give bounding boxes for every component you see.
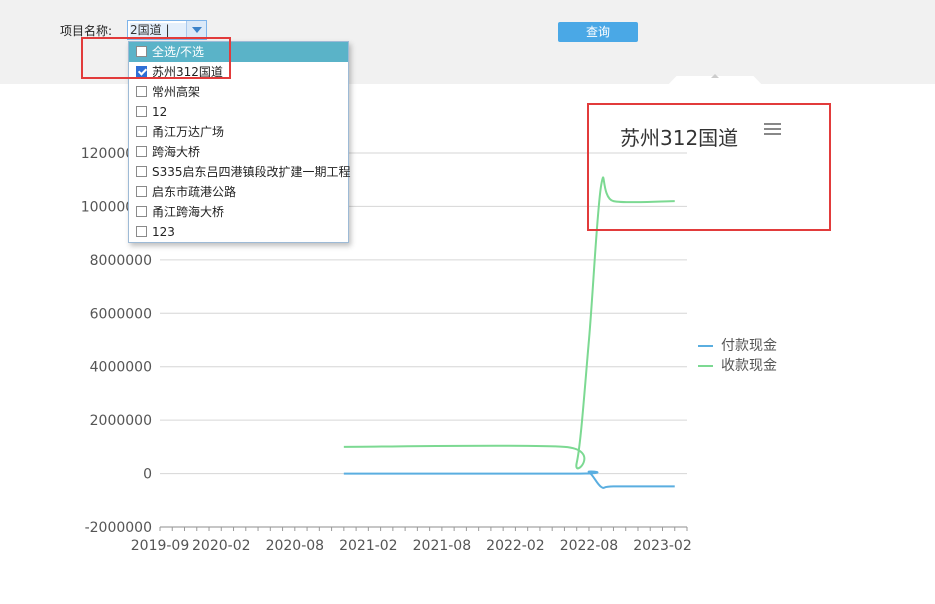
x-tick-label: 2021-08 xyxy=(413,538,472,554)
checkbox[interactable] xyxy=(136,226,147,237)
legend-label: 收款现金 xyxy=(721,358,777,374)
checkbox[interactable] xyxy=(136,166,147,177)
dropdown-item[interactable]: 123 xyxy=(129,222,348,242)
dropdown-item[interactable]: 跨海大桥 xyxy=(129,142,348,162)
x-tick-label: 2022-02 xyxy=(486,538,545,554)
checkbox[interactable] xyxy=(136,86,147,97)
dropdown-item[interactable]: 12 xyxy=(129,102,348,122)
x-tick-label: 2021-02 xyxy=(339,538,398,554)
dropdown-item[interactable]: 甬江万达广场 xyxy=(129,122,348,142)
checkbox[interactable] xyxy=(136,146,147,157)
legend-label: 付款现金 xyxy=(721,338,777,354)
dropdown-item-label: 常州高架 xyxy=(152,85,201,99)
y-tick-label: 4000000 xyxy=(90,360,152,376)
legend-item[interactable]: 付款现金 xyxy=(698,336,777,356)
dropdown-item-label: 甬江跨海大桥 xyxy=(152,205,225,219)
dropdown-item-label: 甬江万达广场 xyxy=(152,125,225,139)
x-tick-label: 2020-08 xyxy=(266,538,325,554)
dropdown-item[interactable]: 常州高架 xyxy=(129,82,348,102)
dropdown-item[interactable]: 启东市疏港公路 xyxy=(129,182,348,202)
checkbox[interactable] xyxy=(136,126,147,137)
dropdown-item-label: 启东市疏港公路 xyxy=(152,185,237,199)
checkbox[interactable] xyxy=(136,206,147,217)
y-tick-label: 8000000 xyxy=(90,253,152,269)
highlight-box-selection xyxy=(81,37,231,79)
dropdown-item-label: 跨海大桥 xyxy=(152,145,201,159)
x-tick-label: 2022-08 xyxy=(560,538,619,554)
legend-line-icon xyxy=(698,345,713,347)
dropdown-item[interactable]: S335启东吕四港镇段改扩建一期工程 xyxy=(129,162,351,182)
legend-item[interactable]: 收款现金 xyxy=(698,356,777,376)
y-tick-label: 2000000 xyxy=(90,413,152,429)
y-tick-label: 0 xyxy=(143,467,152,483)
dropdown-item-label: 12 xyxy=(152,105,168,119)
checkbox[interactable] xyxy=(136,106,147,117)
highlight-box-chart-title xyxy=(587,103,831,231)
y-tick-label: 6000000 xyxy=(90,306,152,322)
dropdown-item-label: 123 xyxy=(152,225,175,239)
y-tick-label: -2000000 xyxy=(85,520,152,536)
x-tick-label: 2019-09 xyxy=(131,538,190,554)
dropdown-item-label: S335启东吕四港镇段改扩建一期工程 xyxy=(152,165,351,179)
x-tick-label: 2023-02 xyxy=(633,538,692,554)
checkbox[interactable] xyxy=(136,186,147,197)
legend-line-icon xyxy=(698,365,713,367)
chart-legend: 付款现金 收款现金 xyxy=(698,336,777,376)
x-tick-label: 2020-02 xyxy=(192,538,251,554)
dropdown-item[interactable]: 甬江跨海大桥 xyxy=(129,202,348,222)
